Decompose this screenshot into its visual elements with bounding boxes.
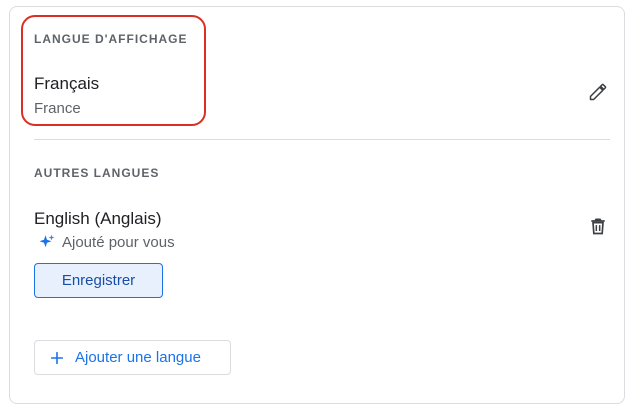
trash-icon [591,218,605,235]
delete-language-button[interactable] [584,212,612,240]
edit-language-button[interactable] [584,78,612,106]
save-language-button[interactable]: Enregistrer [34,263,163,298]
add-language-label: Ajouter une langue [75,349,201,366]
plus-icon [50,351,64,364]
other-language-name: English (Anglais) [34,209,162,228]
pencil-icon [589,83,607,101]
other-languages-heading: AUTRES LANGUES [34,166,160,180]
add-language-button[interactable]: Ajouter une langue [34,340,231,375]
display-language-name: Français [34,74,100,93]
language-settings-card: LANGUE D'AFFICHAGE Français France AUTRE… [9,6,625,404]
display-language-region: France [34,100,81,117]
added-for-you-note: Ajouté pour vous [38,233,175,251]
sparkle-icon [39,234,55,248]
display-language-heading: LANGUE D'AFFICHAGE [34,32,188,46]
section-divider [34,139,610,140]
added-for-you-text: Ajouté pour vous [62,233,175,251]
